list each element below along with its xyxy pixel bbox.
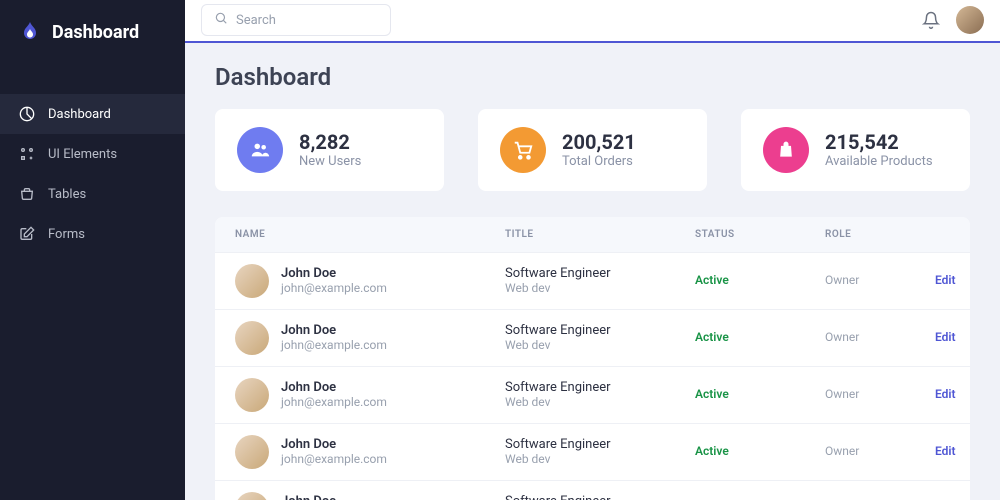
row-avatar	[235, 435, 269, 469]
row-name: John Doe	[281, 266, 387, 281]
row-role: Owner	[825, 273, 859, 287]
row-name: John Doe	[281, 323, 387, 338]
main: Search Dashboard 8,282 New Users 200,521…	[185, 0, 1000, 500]
stat-card-available-products: 215,542 Available Products	[741, 109, 970, 191]
table-header: NAME TITLE STATUS ROLE	[215, 217, 970, 252]
row-role: Owner	[825, 387, 859, 401]
table-row: John Doejohn@example.com Software Enginee…	[215, 366, 970, 423]
nav: Dashboard UI Elements Tables Forms	[0, 64, 185, 254]
stat-label: Available Products	[825, 154, 933, 169]
edit-link[interactable]: Edit	[935, 330, 956, 344]
row-email: john@example.com	[281, 281, 387, 295]
table-row: John Doejohn@example.comSoftware Enginee…	[215, 480, 970, 500]
topbar-right	[922, 6, 984, 34]
row-name: John Doe	[281, 380, 387, 395]
search-icon	[214, 11, 228, 29]
stat-card-new-users: 8,282 New Users	[215, 109, 444, 191]
row-title: Software Engineer	[505, 323, 695, 338]
row-avatar	[235, 321, 269, 355]
row-status: Active	[695, 330, 729, 344]
th-edit	[935, 229, 950, 240]
row-title: Software Engineer	[505, 266, 695, 281]
flame-icon	[18, 20, 42, 44]
row-title: Software Engineer	[505, 494, 695, 500]
search-input[interactable]: Search	[201, 4, 391, 36]
users-table: NAME TITLE STATUS ROLE John Doejohn@exam…	[215, 217, 970, 500]
tray-icon	[18, 185, 36, 203]
page-title: Dashboard	[215, 63, 970, 91]
row-avatar	[235, 264, 269, 298]
edit-icon	[18, 225, 36, 243]
bag-icon	[763, 127, 809, 173]
nav-label: Tables	[48, 187, 86, 202]
th-role: ROLE	[825, 229, 935, 240]
user-avatar[interactable]	[956, 6, 984, 34]
th-title: TITLE	[505, 229, 695, 240]
row-role: Owner	[825, 444, 859, 458]
table-body: John Doejohn@example.comSoftware Enginee…	[215, 252, 970, 500]
brand: Dashboard	[0, 0, 185, 64]
row-title: Software Engineer	[505, 380, 695, 395]
table-row: John Doejohn@example.com Software Enginee…	[215, 252, 970, 309]
row-avatar	[235, 378, 269, 412]
nav-item-dashboard[interactable]: Dashboard	[0, 94, 185, 134]
nav-item-ui-elements[interactable]: UI Elements	[0, 134, 185, 174]
row-role: Owner	[825, 330, 859, 344]
row-avatar	[235, 492, 269, 500]
edit-link[interactable]: Edit	[935, 444, 956, 458]
row-subtitle: Web dev	[505, 452, 695, 466]
row-status: Active	[695, 387, 729, 401]
th-status: STATUS	[695, 229, 825, 240]
row-status: Active	[695, 273, 729, 287]
row-subtitle: Web dev	[505, 281, 695, 295]
stat-value: 200,521	[562, 130, 636, 154]
nav-label: Dashboard	[48, 107, 111, 122]
row-subtitle: Web dev	[505, 395, 695, 409]
search-placeholder: Search	[236, 13, 276, 28]
stat-value: 8,282	[299, 130, 361, 154]
edit-link[interactable]: Edit	[935, 273, 956, 287]
edit-link[interactable]: Edit	[935, 387, 956, 401]
sidebar: Dashboard Dashboard UI Elements Tables F…	[0, 0, 185, 500]
stat-value: 215,542	[825, 130, 933, 154]
row-email: john@example.com	[281, 452, 387, 466]
row-email: john@example.com	[281, 338, 387, 352]
pie-chart-icon	[18, 105, 36, 123]
brand-title: Dashboard	[52, 22, 139, 43]
users-icon	[237, 127, 283, 173]
nav-label: Forms	[48, 227, 85, 242]
topbar: Search	[185, 0, 1000, 43]
table-row: John Doejohn@example.com Software Enginee…	[215, 309, 970, 366]
bell-icon[interactable]	[922, 11, 940, 29]
row-subtitle: Web dev	[505, 338, 695, 352]
row-name: John Doe	[281, 494, 387, 500]
stat-cards: 8,282 New Users 200,521 Total Orders 215…	[215, 109, 970, 191]
table-row: John Doejohn@example.com Software Enginee…	[215, 423, 970, 480]
row-status: Active	[695, 444, 729, 458]
grid-icon	[18, 145, 36, 163]
cart-icon	[500, 127, 546, 173]
nav-item-tables[interactable]: Tables	[0, 174, 185, 214]
stat-label: Total Orders	[562, 154, 636, 169]
stat-label: New Users	[299, 154, 361, 169]
row-email: john@example.com	[281, 395, 387, 409]
nav-item-forms[interactable]: Forms	[0, 214, 185, 254]
row-title: Software Engineer	[505, 437, 695, 452]
nav-label: UI Elements	[48, 147, 117, 162]
content: Dashboard 8,282 New Users 200,521 Total …	[185, 43, 1000, 500]
row-name: John Doe	[281, 437, 387, 452]
stat-card-total-orders: 200,521 Total Orders	[478, 109, 707, 191]
th-name: NAME	[235, 229, 505, 240]
